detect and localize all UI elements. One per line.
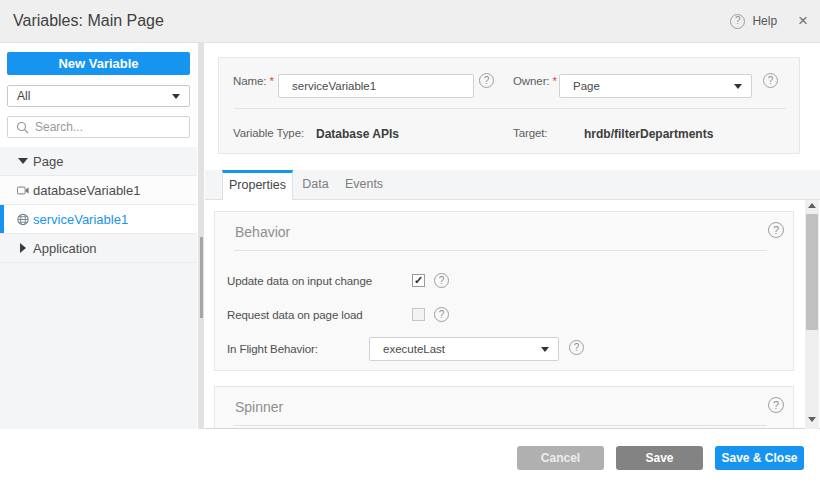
- selected-indicator: [0, 205, 4, 233]
- service-variable-icon: [17, 213, 29, 226]
- update-data-checkbox[interactable]: ✓: [412, 274, 425, 287]
- tree-group-page-label: Page: [33, 154, 63, 169]
- spinner-section-title: Spinner: [235, 399, 283, 415]
- behavior-help-icon[interactable]: ?: [768, 222, 784, 238]
- variable-tree: Page databaseVariable1 serviceVariable1 …: [0, 147, 197, 429]
- tab-events[interactable]: Events: [338, 170, 390, 200]
- arrow-down-icon: [808, 417, 816, 422]
- content-scrollbar-thumb[interactable]: [806, 214, 818, 330]
- tree-item-service-variable-label: serviceVariable1: [33, 212, 128, 227]
- update-data-help-icon[interactable]: ?: [434, 273, 449, 288]
- search-placeholder: Search...: [35, 120, 83, 134]
- target-label: Target:: [513, 127, 547, 139]
- arrow-up-icon: [808, 203, 816, 208]
- request-data-checkbox[interactable]: [412, 308, 425, 321]
- tab-bar: Properties Data Events: [205, 170, 820, 200]
- save-button[interactable]: Save: [616, 446, 703, 470]
- database-variable-icon: [17, 185, 29, 196]
- in-flight-help-icon[interactable]: ?: [569, 340, 584, 355]
- behavior-divider: [234, 250, 767, 251]
- required-asterisk: *: [553, 75, 557, 87]
- new-variable-button[interactable]: New Variable: [7, 52, 190, 75]
- in-flight-label: In Flight Behavior:: [227, 343, 318, 355]
- chevron-down-icon: [734, 84, 742, 89]
- request-data-help-icon[interactable]: ?: [434, 307, 449, 322]
- target-value: hrdb/filterDepartments: [584, 127, 713, 141]
- name-help-icon[interactable]: ?: [479, 73, 494, 88]
- close-icon[interactable]: ×: [798, 11, 808, 31]
- update-data-label: Update data on input change: [227, 275, 372, 287]
- spinner-help-icon[interactable]: ?: [768, 397, 784, 413]
- tree-group-application-label: Application: [33, 241, 97, 256]
- required-asterisk: *: [269, 75, 273, 87]
- search-input[interactable]: Search...: [7, 116, 190, 138]
- tree-item-service-variable[interactable]: serviceVariable1: [0, 205, 197, 234]
- chevron-down-icon: [541, 347, 549, 352]
- tab-data[interactable]: Data: [293, 170, 338, 200]
- name-input[interactable]: serviceVariable1: [278, 74, 474, 98]
- filter-dropdown[interactable]: All: [7, 85, 190, 107]
- in-flight-dropdown[interactable]: executeLast: [369, 337, 559, 361]
- page-title: Variables: Main Page: [13, 0, 164, 42]
- name-label: Name: *: [233, 75, 274, 87]
- properties-tab-content: Behavior ? Update data on input change ✓…: [205, 200, 820, 429]
- chevron-down-icon: [172, 94, 180, 99]
- behavior-section: Behavior ? Update data on input change ✓…: [214, 211, 794, 371]
- collapse-arrow-icon[interactable]: [20, 243, 26, 253]
- sidebar-scrollbar-thumb[interactable]: [200, 237, 203, 318]
- owner-help-icon[interactable]: ?: [763, 73, 778, 88]
- sidebar-scrollbar[interactable]: [198, 43, 204, 429]
- owner-label: Owner: *: [513, 75, 557, 87]
- owner-dropdown[interactable]: Page: [559, 74, 752, 98]
- filter-dropdown-value: All: [17, 89, 30, 103]
- spinner-divider: [234, 425, 767, 426]
- spinner-section: Spinner ?: [214, 386, 794, 429]
- search-icon: [16, 121, 29, 134]
- variable-type-value: Database APIs: [316, 127, 399, 141]
- tree-item-database-variable-label: databaseVariable1: [33, 183, 140, 198]
- help-label[interactable]: Help: [752, 14, 777, 28]
- scroll-down-button[interactable]: [805, 417, 819, 427]
- variable-form-panel: Name: * serviceVariable1 ? Owner: * Page…: [218, 57, 800, 154]
- header-actions: ? Help ×: [730, 0, 808, 42]
- cancel-button[interactable]: Cancel: [517, 446, 604, 470]
- form-divider: [234, 108, 786, 109]
- behavior-section-title: Behavior: [235, 224, 290, 240]
- variable-type-label: Variable Type:: [233, 127, 304, 139]
- scroll-up-button[interactable]: [805, 203, 819, 213]
- request-data-label: Request data on page load: [227, 309, 363, 321]
- footer: Cancel Save Save & Close: [0, 430, 820, 487]
- checkmark-icon: ✓: [414, 275, 423, 286]
- tree-group-application[interactable]: Application: [0, 234, 197, 263]
- save-close-button[interactable]: Save & Close: [715, 446, 804, 470]
- tab-properties[interactable]: Properties: [222, 170, 293, 201]
- tree-group-page[interactable]: Page: [0, 147, 197, 176]
- help-icon[interactable]: ?: [730, 14, 745, 29]
- expand-arrow-icon[interactable]: [18, 158, 28, 164]
- tree-item-database-variable[interactable]: databaseVariable1: [0, 176, 197, 205]
